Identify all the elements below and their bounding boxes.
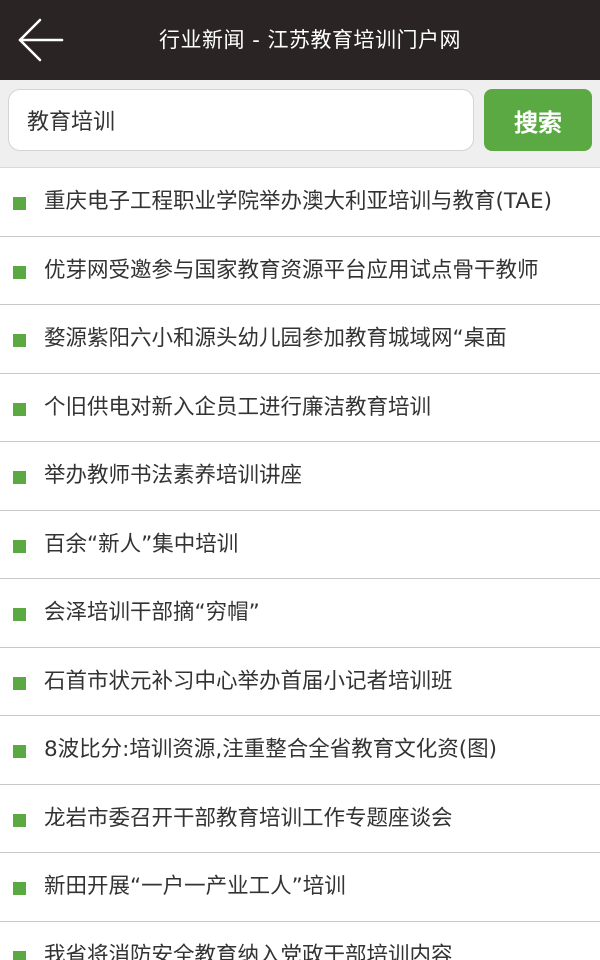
news-title: 重庆电子工程职业学院举办澳大利亚培训与教育(TAE) (44, 189, 553, 214)
top-header: 行业新闻 - 江苏教育培训门户网 (0, 0, 600, 80)
square-bullet-icon (13, 676, 26, 690)
list-item[interactable]: 会泽培训干部摘“穷帽” (0, 579, 600, 648)
list-item[interactable]: 石首市状元补习中心举办首届小记者培训班 (0, 647, 600, 716)
square-bullet-icon (13, 608, 26, 621)
news-list: 重庆电子工程职业学院举办澳大利亚培训与教育(TAE) 优芽网受邀参与国家教育资源平… (0, 168, 600, 960)
search-button[interactable]: 搜索 (484, 89, 592, 151)
list-item[interactable]: 举办教师书法素养培训讲座 (0, 442, 600, 511)
news-title: 婺源紫阳六小和源头幼儿园参加教育城域网“桌面 (44, 326, 507, 351)
news-title: 石首市状元补习中心举办首届小记者培训班 (44, 668, 453, 694)
list-item[interactable]: 重庆电子工程职业学院举办澳大利亚培训与教育(TAE) (0, 168, 600, 237)
list-item[interactable]: 百余“新人”集中培训 (0, 510, 600, 579)
news-page: 行业新闻 - 江苏教育培训门户网 搜索 重庆电子工程职业学院举办澳大利亚培训与教… (0, 0, 600, 960)
square-bullet-icon (13, 745, 26, 758)
list-item[interactable]: 我省将消防安全教育纳入党政干部培训内容 (0, 921, 600, 960)
square-bullet-icon (13, 950, 26, 960)
list-item[interactable]: 婺源紫阳六小和源头幼儿园参加教育城域网“桌面 (0, 305, 600, 374)
square-bullet-icon (13, 402, 26, 416)
square-bullet-icon (13, 813, 26, 827)
list-item[interactable]: 个旧供电对新入企员工进行廉洁教育培训 (0, 373, 600, 442)
back-button[interactable] (14, 16, 66, 64)
news-title: 新田开展“一户一产业工人”培训 (44, 874, 346, 899)
news-title: 我省将消防安全教育纳入党政干部培训内容 (44, 942, 453, 960)
news-title: 百余“新人”集中培训 (44, 531, 239, 557)
square-bullet-icon (13, 334, 26, 347)
list-item[interactable]: 优芽网受邀参与国家教育资源平台应用试点骨干教师 (0, 236, 600, 305)
square-bullet-icon (13, 882, 26, 895)
arrow-left-icon (18, 18, 64, 62)
news-title: 个旧供电对新入企员工进行廉洁教育培训 (44, 394, 432, 420)
news-title: 8波比分:培训资源,注重整合全省教育文化资(图) (44, 737, 498, 762)
search-bar: 搜索 (0, 80, 600, 168)
square-bullet-icon (13, 197, 26, 210)
list-item[interactable]: 8波比分:培训资源,注重整合全省教育文化资(图) (0, 716, 600, 785)
square-bullet-icon (13, 539, 26, 553)
page-title: 行业新闻 - 江苏教育培训门户网 (159, 28, 461, 52)
list-item[interactable]: 新田开展“一户一产业工人”培训 (0, 853, 600, 922)
news-title: 会泽培训干部摘“穷帽” (44, 600, 260, 625)
list-item[interactable]: 龙岩市委召开干部教育培训工作专题座谈会 (0, 784, 600, 853)
news-title: 举办教师书法素养培训讲座 (44, 463, 303, 488)
square-bullet-icon (13, 265, 26, 279)
news-title: 优芽网受邀参与国家教育资源平台应用试点骨干教师 (44, 257, 539, 283)
square-bullet-icon (13, 471, 26, 484)
search-input[interactable] (8, 89, 474, 151)
news-title: 龙岩市委召开干部教育培训工作专题座谈会 (44, 805, 453, 831)
